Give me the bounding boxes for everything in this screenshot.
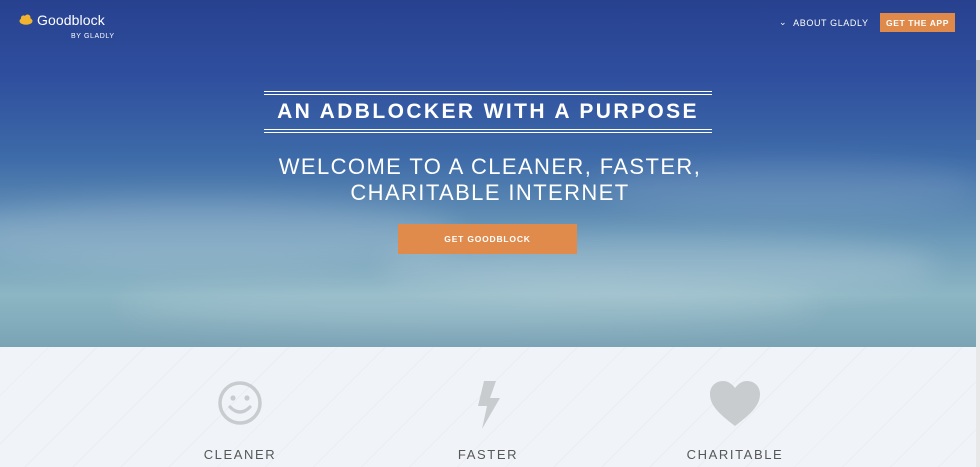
feature-label: CLEANER — [203, 447, 277, 462]
brand-subtitle: BY GLADLY — [71, 33, 115, 40]
hero-tagline: AN ADBLOCKER WITH A PURPOSE — [277, 100, 699, 123]
feature-label: FASTER — [457, 447, 519, 462]
about-gladly-label: ABOUT GLADLY — [793, 18, 869, 28]
tagline-frame: AN ADBLOCKER WITH A PURPOSE — [264, 91, 712, 133]
smiley-icon — [218, 381, 262, 425]
welcome-line-2: CHARITABLE INTERNET — [350, 180, 630, 205]
heart-icon — [710, 381, 760, 426]
get-goodblock-button[interactable]: GET GOODBLOCK — [398, 224, 577, 254]
chevron-down-icon: ⌄ — [779, 16, 788, 27]
feature-label: CHARITABLE — [686, 447, 784, 462]
page-scrollbar[interactable] — [976, 0, 980, 467]
hero-section: Goodblock BY GLADLY ⌄ ABOUT GLADLY GET T… — [0, 0, 980, 347]
hero-welcome: WELCOME TO A CLEANER, FASTER, CHARITABLE… — [190, 154, 790, 206]
features-section: CLEANER FASTER CHARITABLE — [0, 347, 976, 467]
get-the-app-button[interactable]: GET THE APP — [880, 13, 955, 32]
about-gladly-menu[interactable]: ⌄ ABOUT GLADLY — [779, 16, 869, 28]
brand-name: Goodblock — [37, 12, 105, 28]
goodblock-logo-icon — [19, 14, 33, 25]
lightning-icon — [478, 381, 500, 429]
scrollbar-thumb[interactable] — [976, 60, 980, 140]
welcome-line-1: WELCOME TO A CLEANER, FASTER, — [278, 154, 702, 179]
